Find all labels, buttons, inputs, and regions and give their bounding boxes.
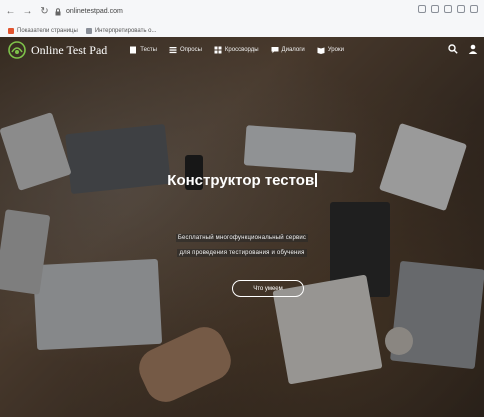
chat-icon: [271, 47, 279, 54]
menu-icon[interactable]: [470, 5, 478, 13]
document-icon: [130, 46, 137, 54]
menu-item-label: Опросы: [180, 47, 202, 53]
main-menu: Тесты Опросы Кроссворды Диалоги Уроки: [129, 46, 356, 54]
browser-toolbar: ← → ↻ onlinetestpad.com: [0, 0, 484, 24]
hero-headline: Конструктор тестов: [0, 172, 484, 189]
browser-actions: [418, 5, 478, 13]
bookmarks-bar: Показатели страницы Интерпретировать о..…: [0, 24, 484, 37]
search-icon[interactable]: [448, 44, 458, 54]
site-navbar: Online Test Pad Тесты Опросы Кроссворды …: [0, 37, 484, 63]
bookmark-label: Интерпретировать о...: [94, 27, 157, 34]
user-icon[interactable]: [468, 44, 478, 54]
hero-overlay: [0, 37, 484, 417]
forward-icon[interactable]: →: [21, 6, 34, 19]
bookmark-favicon: [8, 27, 14, 34]
bookmark-star-icon[interactable]: [431, 5, 439, 13]
menu-item-label: Уроки: [327, 47, 344, 53]
menu-item-crosswords[interactable]: Кроссворды: [214, 46, 259, 54]
hero-section: Online Test Pad Тесты Опросы Кроссворды …: [0, 37, 484, 417]
bookmark-favicon: [85, 27, 92, 34]
lock-icon: [55, 7, 61, 15]
navbar-actions: [448, 44, 478, 54]
menu-item-lessons[interactable]: Уроки: [317, 46, 344, 54]
browser-chrome: ← → ↻ onlinetestpad.com Показатели стран…: [0, 0, 484, 38]
menu-item-polls[interactable]: Опросы: [169, 46, 202, 54]
subtitle-text: для проведения тестирования и обучения: [177, 249, 307, 257]
menu-item-dialogs[interactable]: Диалоги: [271, 46, 305, 54]
menu-item-tests[interactable]: Тесты: [129, 46, 157, 54]
address-bar[interactable]: onlinetestpad.com: [50, 4, 345, 19]
menu-item-label: Тесты: [140, 47, 157, 53]
extension-icon[interactable]: [418, 5, 426, 13]
menu-item-label: Диалоги: [281, 47, 305, 53]
what-we-do-button[interactable]: Что умеем: [232, 280, 304, 297]
list-icon: [169, 47, 177, 54]
hero-subtitle-line2: для проведения тестирования и обучения: [0, 249, 484, 257]
extensions-puzzle-icon[interactable]: [444, 5, 452, 13]
typing-cursor: [315, 173, 317, 187]
hero-subtitle-line1: Бесплатный многофункциональный сервис: [0, 234, 484, 242]
book-icon: [317, 47, 325, 54]
profile-icon[interactable]: [457, 5, 465, 13]
bookmark-label: Показатели страницы: [17, 27, 78, 34]
bookmark-item[interactable]: Показатели страницы: [8, 27, 78, 34]
grid-icon: [214, 46, 222, 54]
headline-text: Конструктор тестов: [167, 172, 315, 189]
bookmark-item[interactable]: Интерпретировать о...: [85, 27, 157, 34]
address-url: onlinetestpad.com: [66, 8, 123, 15]
back-icon[interactable]: ←: [4, 6, 17, 19]
logo-icon: [8, 41, 26, 59]
site-logo[interactable]: Online Test Pad: [8, 41, 107, 59]
subtitle-text: Бесплатный многофункциональный сервис: [175, 234, 309, 242]
menu-item-label: Кроссворды: [224, 47, 259, 53]
brand-name: Online Test Pad: [31, 42, 108, 57]
